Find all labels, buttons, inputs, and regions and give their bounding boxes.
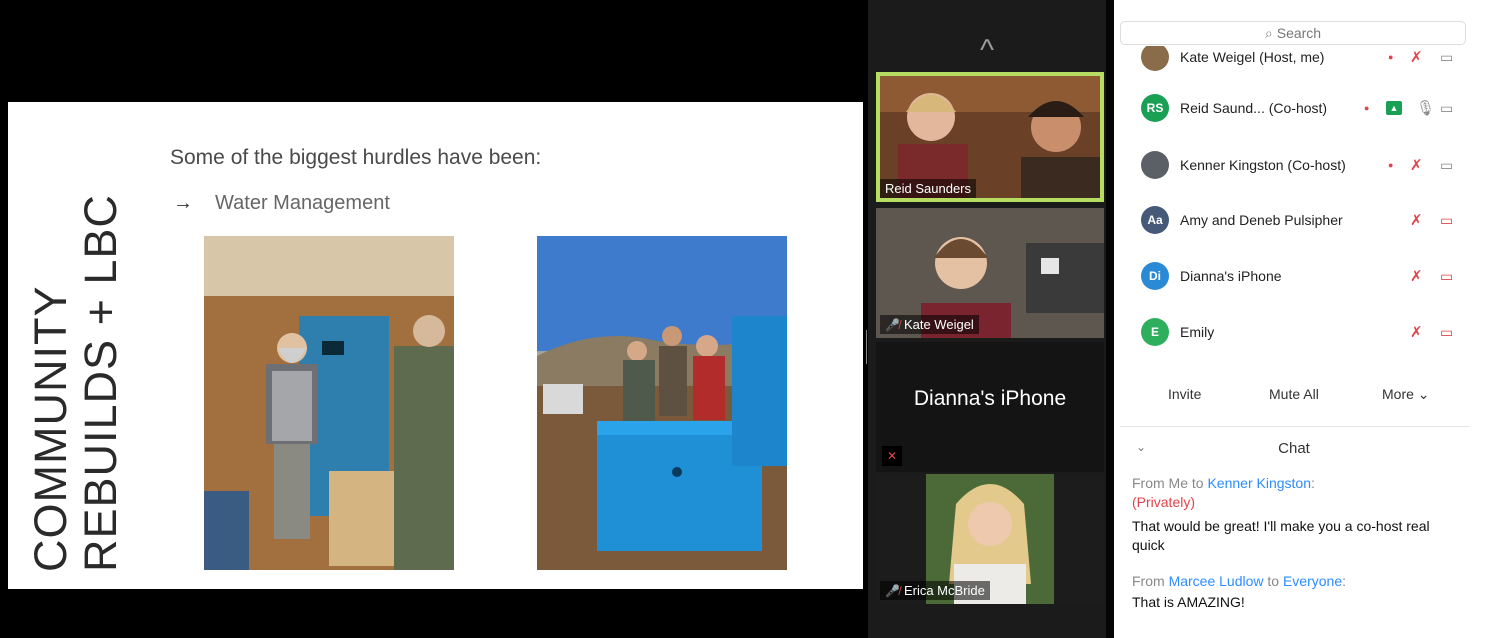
chat-sender-link[interactable]: Marcee Ludlow	[1169, 573, 1264, 589]
video-camera-icon[interactable]: ▭	[1440, 49, 1453, 66]
screen-share-icon: ▲	[1386, 101, 1402, 115]
video-off-icon[interactable]: ▭	[1440, 212, 1453, 229]
video-tile-reid-saunders[interactable]: Reid Saunders	[876, 72, 1104, 202]
avatar: RS	[1141, 94, 1169, 122]
bullet-arrow-icon: →	[173, 192, 193, 214]
participant-name-label: 🎤̸ Kate Weigel	[880, 315, 979, 334]
chat-message-text: That would be great! I'll make you a co-…	[1132, 518, 1430, 553]
chat-message: From Marcee Ludlow to Everyone: That is …	[1132, 572, 1462, 612]
participants-chat-panel: ⌕ Search Kate Weigel (Host, me) ● ✗ ▭ RS …	[1114, 0, 1504, 638]
muted-mic-icon[interactable]: ✗	[1410, 267, 1423, 285]
slide-bullet: → Water Management	[173, 192, 390, 215]
muted-mic-icon[interactable]: ✗	[1410, 323, 1423, 341]
participant-name: Kenner Kingston (Co-host)	[1180, 157, 1346, 173]
search-icon: ⌕	[1264, 25, 1273, 41]
video-camera-icon[interactable]: ▭	[1440, 157, 1453, 174]
video-tile-kate-weigel[interactable]: 🎤̸ Kate Weigel	[876, 208, 1104, 338]
recording-icon: ●	[1388, 52, 1394, 62]
recording-icon: ●	[1364, 103, 1370, 113]
slide-title-line1: COMMUNITY	[25, 285, 76, 572]
avatar: E	[1141, 318, 1169, 346]
participant-actions-bar: Invite Mute All More ⌄	[1114, 378, 1474, 412]
participant-row[interactable]: RS Reid Saund... (Co-host) ● ▲ 🎙 ▭	[1114, 93, 1504, 123]
participant-name-label: 🎤̸ Erica McBride	[880, 581, 990, 600]
chat-message-text: That is AMAZING!	[1132, 594, 1245, 610]
participant-name: Kate Weigel (Host, me)	[1180, 49, 1325, 65]
slide-photo-indoor	[204, 236, 454, 570]
participant-row[interactable]: Aa Amy and Deneb Pulsipher ✗ ▭	[1114, 205, 1504, 235]
muted-mic-icon[interactable]: ✗	[1410, 156, 1423, 174]
participant-name: Emily	[1180, 324, 1215, 340]
video-off-icon[interactable]: ▭	[1440, 268, 1453, 285]
participant-name-center: Dianna's iPhone	[913, 387, 1067, 410]
avatar: Aa	[1141, 206, 1169, 234]
video-gallery-strip: ^ Reid Saunders 🎤̸ Kate Weigel Dianna's …	[868, 0, 1106, 638]
avatar	[1141, 46, 1169, 71]
participant-name-label: Reid Saunders	[880, 179, 976, 198]
participant-row[interactable]: Di Dianna's iPhone ✗ ▭	[1114, 261, 1504, 291]
chat-recipient-link[interactable]: Kenner Kingston	[1207, 475, 1311, 491]
muted-mic-icon: ✕	[882, 446, 902, 466]
avatar: Di	[1141, 262, 1169, 290]
invite-button[interactable]: Invite	[1158, 382, 1211, 406]
more-button[interactable]: More ⌄	[1372, 382, 1440, 407]
chat-recipient-link[interactable]: Everyone	[1283, 573, 1342, 589]
video-camera-icon[interactable]: ▭	[1440, 100, 1453, 117]
video-off-icon[interactable]: ▭	[1440, 324, 1453, 341]
panel-divider	[1120, 426, 1470, 427]
chat-message: From Me to Kenner Kingston: (Privately) …	[1132, 474, 1462, 555]
slide-vertical-title: COMMUNITY REBUILDS + LBC	[25, 152, 126, 572]
video-tile-diannas-iphone[interactable]: Dianna's iPhone ✕	[876, 342, 1104, 472]
recording-icon: ●	[1388, 160, 1394, 170]
avatar	[1141, 151, 1169, 179]
chat-header: ⌄ Chat	[1114, 440, 1474, 460]
chat-title: Chat	[1278, 440, 1310, 457]
participant-name: Dianna's iPhone	[1180, 268, 1282, 284]
muted-mic-icon: 🎤̸	[885, 583, 900, 598]
participant-list: Kate Weigel (Host, me) ● ✗ ▭ RS Reid Sau…	[1114, 46, 1504, 362]
participant-name: Reid Saund... (Co-host)	[1180, 100, 1328, 116]
video-tile-erica-mcbride[interactable]: 🎤̸ Erica McBride	[876, 474, 1104, 604]
participant-row[interactable]: Kate Weigel (Host, me) ● ✗ ▭	[1114, 46, 1504, 72]
slide-title-line2: REBUILDS + LBC	[75, 194, 126, 572]
private-label: (Privately)	[1132, 494, 1196, 510]
scroll-up-chevron-icon[interactable]: ^	[868, 36, 1106, 66]
chat-message-meta: From Me to Kenner Kingston: (Privately)	[1132, 474, 1462, 512]
muted-mic-icon: 🎤̸	[885, 317, 900, 332]
presentation-slide: COMMUNITY REBUILDS + LBC Some of the big…	[8, 102, 863, 589]
mic-icon[interactable]: 🎙	[1416, 99, 1435, 117]
participant-name: Amy and Deneb Pulsipher	[1180, 212, 1343, 228]
bullet-text: Water Management	[215, 192, 390, 214]
chat-message-meta: From Marcee Ludlow to Everyone:	[1132, 573, 1347, 589]
muted-mic-icon[interactable]: ✗	[1410, 211, 1423, 229]
muted-mic-icon[interactable]: ✗	[1410, 48, 1423, 66]
participant-row[interactable]: E Emily ✗ ▭	[1114, 317, 1504, 347]
participant-row[interactable]: Kenner Kingston (Co-host) ● ✗ ▭	[1114, 150, 1504, 180]
slide-photo-outdoor	[537, 236, 787, 570]
zoom-meeting-window: COMMUNITY REBUILDS + LBC Some of the big…	[0, 0, 1504, 638]
participant-search-input[interactable]: ⌕ Search	[1120, 21, 1466, 45]
mute-all-button[interactable]: Mute All	[1259, 382, 1329, 406]
shared-screen: COMMUNITY REBUILDS + LBC Some of the big…	[0, 0, 868, 638]
slide-heading: Some of the biggest hurdles have been:	[170, 146, 542, 169]
